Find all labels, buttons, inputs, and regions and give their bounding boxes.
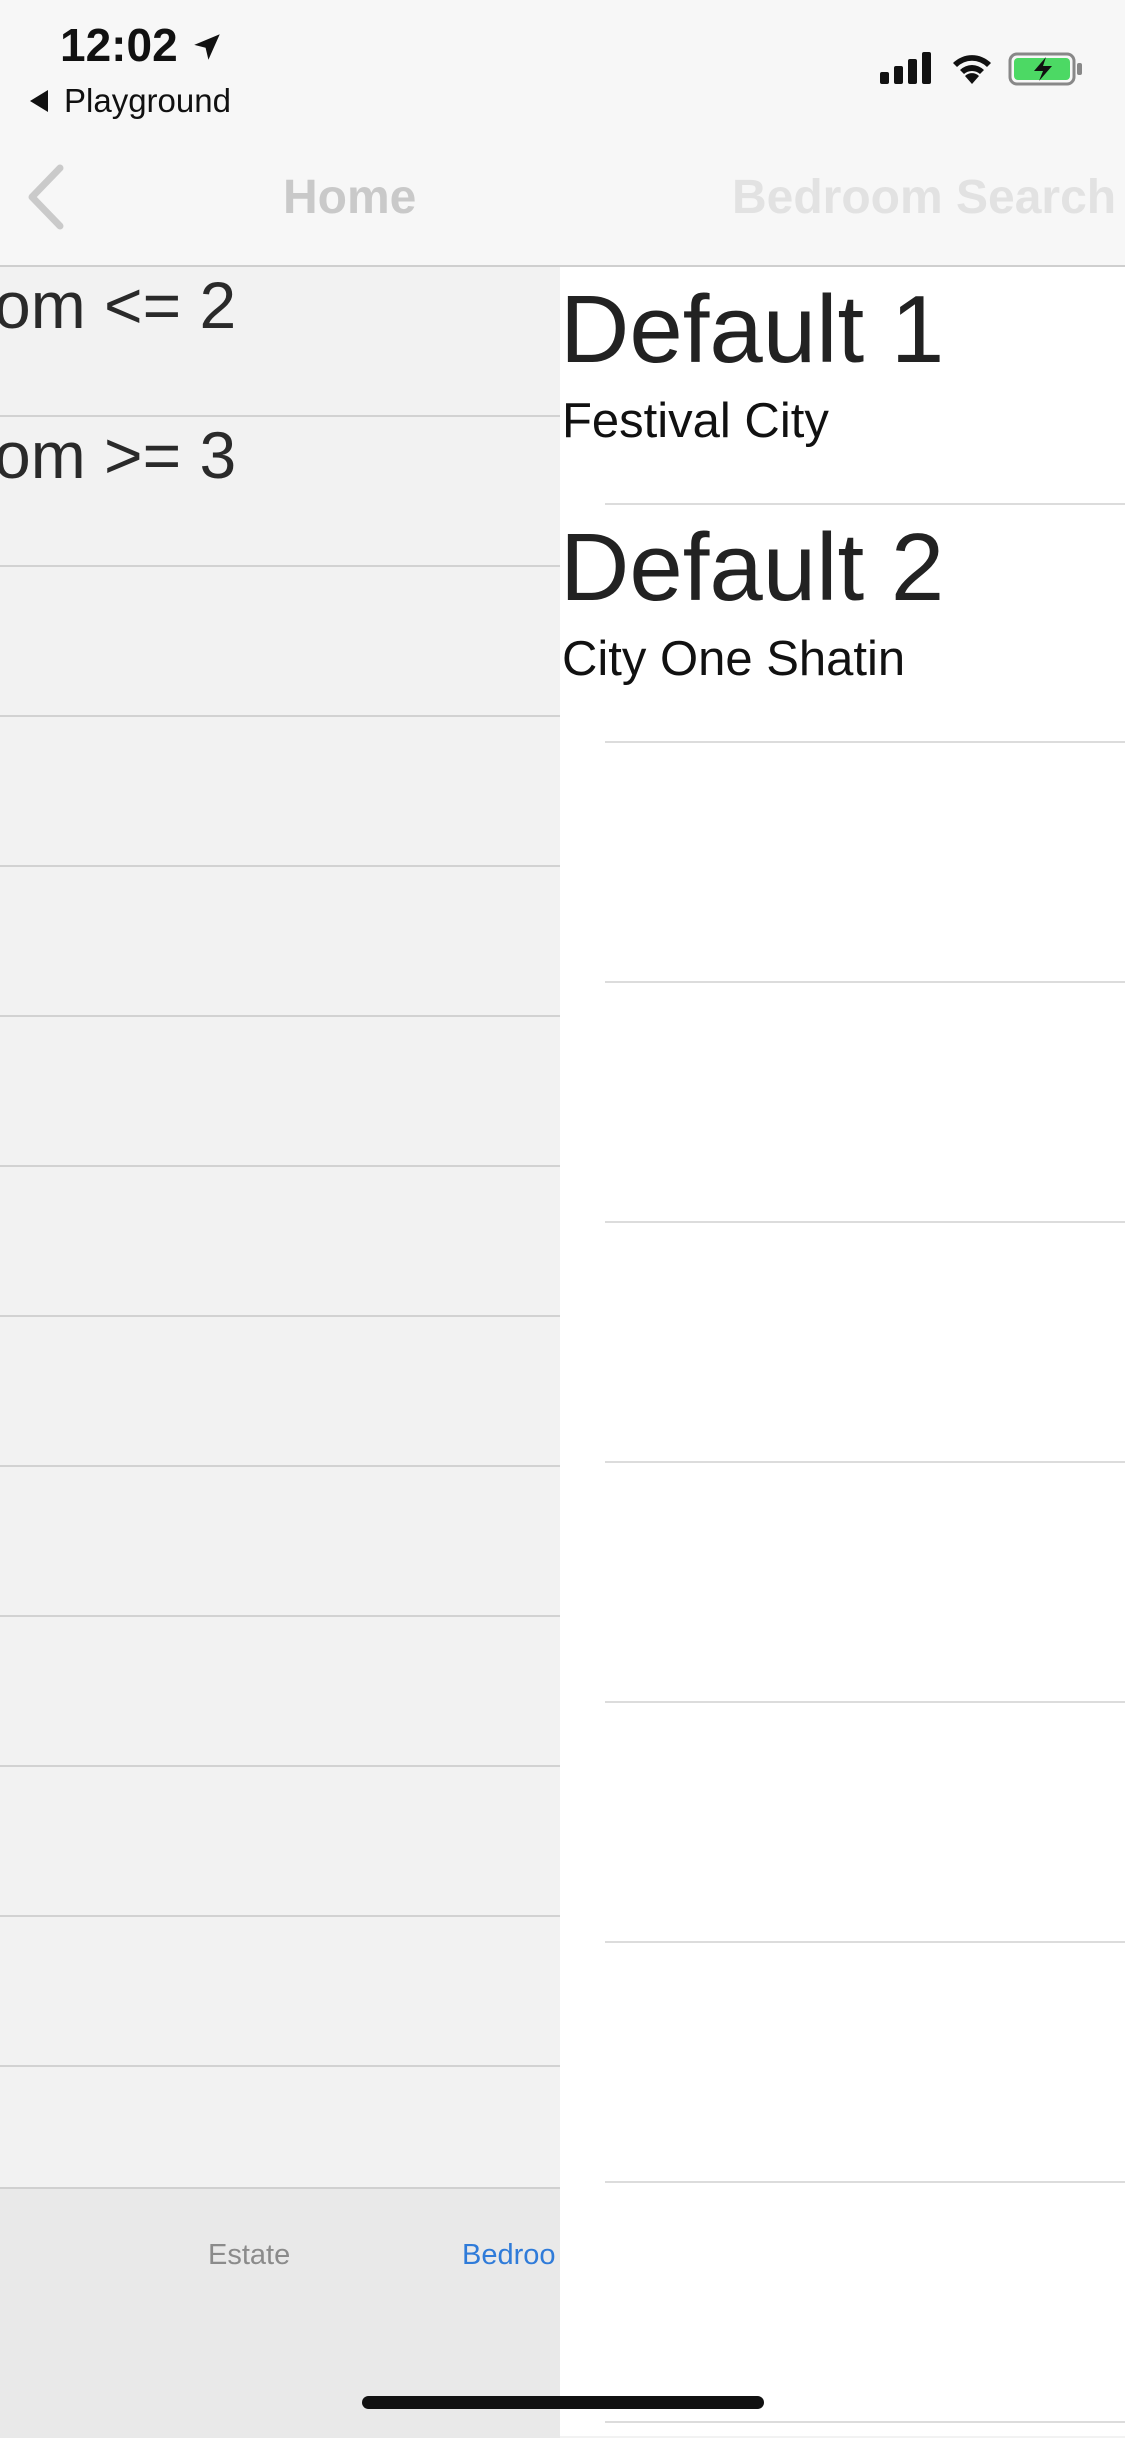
list-item[interactable] — [0, 867, 560, 1017]
list-item[interactable] — [0, 1017, 560, 1167]
list-item[interactable] — [0, 1767, 560, 1917]
list-item[interactable] — [0, 1617, 560, 1767]
result-title: Default 1 — [560, 276, 945, 383]
list-item[interactable] — [0, 717, 560, 867]
navigation-bar: Home Bedroom Search — [0, 130, 1125, 267]
empty-cell — [560, 2183, 1125, 2423]
wifi-icon — [953, 55, 991, 84]
list-item-label: om >= 3 — [0, 418, 237, 492]
list-item-label: om <= 2 — [0, 268, 237, 342]
result-cell[interactable]: Default 2 City One Shatin — [560, 505, 1125, 743]
empty-cell — [560, 1943, 1125, 2183]
back-app-label: Playground — [64, 82, 231, 119]
cell-separator — [605, 2421, 1125, 2423]
list-item[interactable]: om <= 2 — [0, 267, 560, 417]
result-subtitle: City One Shatin — [562, 632, 906, 686]
result-subtitle: Festival City — [562, 394, 829, 448]
bedroom-search-results: Default 1 Festival City Default 2 City O… — [560, 267, 1125, 2436]
location-arrow-icon — [194, 34, 220, 60]
empty-cell — [560, 983, 1125, 1223]
home-indicator[interactable] — [362, 2396, 764, 2409]
chevron-left-icon[interactable] — [22, 162, 68, 232]
list-item[interactable] — [0, 1917, 560, 2067]
list-item[interactable] — [0, 2067, 560, 2187]
result-title: Default 2 — [560, 514, 945, 621]
status-bar: 12:02 Playground — [0, 0, 1125, 130]
empty-cell — [560, 743, 1125, 983]
status-time: 12:02 — [60, 19, 178, 71]
list-item[interactable] — [0, 567, 560, 717]
list-item[interactable] — [0, 1167, 560, 1317]
list-item[interactable] — [0, 1467, 560, 1617]
empty-cell — [560, 1463, 1125, 1703]
battery-charging-icon — [1008, 52, 1082, 86]
back-to-app-button[interactable]: Playground — [30, 82, 231, 120]
bedroom-filter-list: om <= 2 om >= 3 — [0, 267, 560, 2187]
tab-estate[interactable]: Estate — [208, 2239, 290, 2272]
result-cell[interactable]: Default 1 Festival City — [560, 267, 1125, 505]
cellular-signal-icon — [880, 52, 931, 84]
list-item[interactable]: om >= 3 — [0, 417, 560, 567]
empty-cell — [560, 1703, 1125, 1943]
tab-bedroom[interactable]: Bedroo — [462, 2239, 556, 2272]
empty-cell — [560, 1223, 1125, 1463]
list-item[interactable] — [0, 1317, 560, 1467]
back-triangle-icon — [30, 90, 48, 112]
nav-incoming-title: Bedroom Search — [732, 171, 1117, 224]
nav-title: Home — [283, 171, 417, 224]
